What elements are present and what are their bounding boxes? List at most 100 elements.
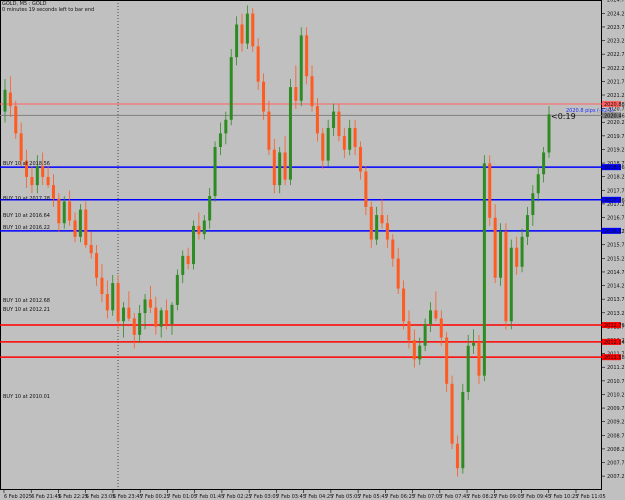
candle-body [461,392,465,469]
candle-body [89,245,93,254]
candle [445,332,449,392]
candle-body [455,443,459,469]
bar-timer-label: <0:19 [551,112,576,122]
y-tick-label: 2022.21 [607,66,625,72]
candle [455,435,459,477]
candle [461,383,465,474]
candle [267,100,271,156]
candle-body [299,35,303,101]
y-tick-label: 2017.71 [607,188,625,194]
candle-body [154,307,158,327]
candle-body [429,310,433,324]
candle [536,166,540,202]
candle [148,285,152,314]
y-tick-label: 2009.71 [607,406,625,412]
y-tick-label: 2015.71 [607,243,625,249]
candle [175,269,179,311]
candle-body [364,171,368,207]
order-label: BUY 10 at 2010.01 [3,393,50,400]
y-tick-label: 2024.21 [607,11,625,17]
y-tick-label: 2013.71 [607,297,625,303]
candle-body [439,318,443,338]
candle [396,247,400,294]
candle [542,147,546,183]
candle [342,127,346,158]
candle-body [62,201,66,224]
x-tick-label: 7 Feb 01:45 [195,494,225,500]
y-tick-label: 2011.21 [607,365,625,371]
candle-body [423,323,427,346]
candle [515,236,519,275]
candle-body [385,223,389,240]
candle-body [30,176,34,186]
candle [337,103,341,142]
candle [321,127,325,169]
candle-body [536,174,540,194]
candle-body [57,198,61,224]
x-tick-label: 7 Feb 11:05 [576,494,606,500]
candle-body [525,215,529,237]
candle [245,5,249,49]
price-level-tag-label: 2012.14 [604,340,625,346]
candle-body [466,345,470,392]
candle-body [472,343,476,346]
candle-body [197,225,201,235]
x-tick-label: 6 Feb 2025 [4,494,32,500]
candle-body [520,236,524,267]
candle [439,310,443,346]
x-tick-label: 7 Feb 05:05 [331,494,361,500]
candle-body [380,215,384,224]
x-tick-label: 7 Feb 03:45 [276,494,306,500]
candle [229,49,233,126]
candle-body [235,24,239,58]
candle-body [477,343,481,376]
candle-body [348,127,352,150]
price-chart[interactable]: 2024.71 2024.21 2023.71 2023.21 2022.71 2022.… [0,0,625,500]
candle [493,204,497,284]
candle [138,304,142,343]
candle [488,155,492,226]
candle [262,73,266,120]
y-tick-label: 2009.21 [607,420,625,426]
candle [202,215,206,240]
order-label: BUY 10 at 2017.28 [3,195,50,202]
candle-body [8,92,12,107]
candle-body [278,152,282,186]
y-tick-label: 2007.71 [607,461,625,467]
candle-body [84,209,88,245]
candle [181,250,185,284]
candle [127,291,131,322]
candle [283,136,287,186]
x-tick-label: 7 Feb 07:45 [440,494,470,500]
candle [19,122,23,167]
candle-body [132,318,136,335]
candle-body [310,76,314,107]
candle [288,78,292,186]
candle-body [434,310,438,319]
candle [186,247,190,270]
candle [251,8,255,52]
candle-body [493,217,497,278]
candle [326,119,330,167]
x-tick-label: 7 Feb 08:25 [467,494,497,500]
candle [466,334,470,401]
candle-body [504,231,508,322]
candle [504,223,508,330]
y-tick-label: 2019.21 [607,147,625,153]
candle-body [369,206,373,240]
x-tick-label: 7 Feb 01:05 [167,494,197,500]
candle-body [138,313,142,335]
candle [84,201,88,248]
candle [364,166,368,216]
candle [385,215,389,248]
candle-body [412,340,416,360]
candle-body [256,46,260,82]
candle-body [332,111,336,128]
candle-body [224,119,228,134]
candle [51,174,55,207]
x-tick-label: 7 Feb 04:25 [304,494,334,500]
candle-body [159,310,163,327]
price-level-tag-label: 2018.56 [604,165,625,171]
candle-body [218,133,222,147]
candle [272,138,276,194]
